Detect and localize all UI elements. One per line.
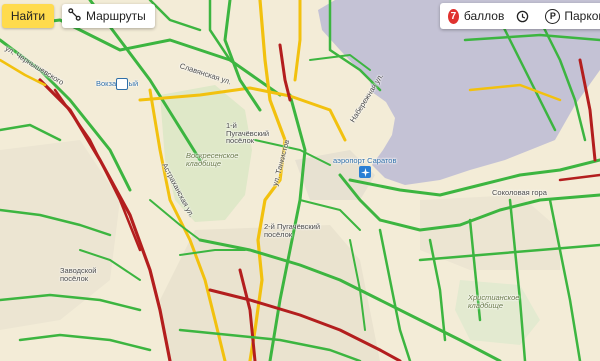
- parking-icon: P: [545, 8, 561, 24]
- road-segment-slow: [293, 0, 302, 82]
- parking-toggle[interactable]: P Парковк: [545, 8, 600, 24]
- map-label-zavodskoy: Заводской посёлок: [60, 266, 97, 283]
- road-segment-jam: [278, 43, 292, 102]
- map-label-cemetery-2: Христианское кладбище: [468, 293, 520, 310]
- map-label-airport: аэропорт Саратов: [333, 156, 397, 165]
- parking-label: Парковк: [564, 9, 600, 23]
- road-segment-free: [378, 228, 412, 361]
- road-segment-free: [548, 198, 582, 361]
- traffic-score-badge[interactable]: 7: [448, 8, 459, 24]
- clock-icon[interactable]: [516, 9, 529, 24]
- search-button[interactable]: Найти: [2, 4, 54, 28]
- road-segment-free: [223, 0, 262, 112]
- routes-label: Маршруты: [86, 9, 146, 23]
- road-segment-free: [148, 0, 202, 32]
- map-label-settlement-2: 2-й Пугачёвский посёлок: [264, 222, 321, 239]
- map-label-sokolovaya: Соколовая гора: [492, 188, 547, 197]
- map-label-cemetery: Воскресенское кладбище: [186, 151, 239, 168]
- map-layers-panel: 7 баллов P Парковк: [440, 3, 600, 29]
- route-icon: [68, 8, 81, 24]
- road-segment-free: [0, 123, 62, 142]
- road-segment-jam: [558, 173, 600, 182]
- map-label-settlement-1: 1-й Пугачёвский посёлок: [226, 121, 270, 145]
- airport-icon[interactable]: [359, 166, 371, 178]
- railway-station-icon[interactable]: [116, 78, 128, 90]
- routes-button[interactable]: Маршруты: [62, 4, 155, 28]
- traffic-label[interactable]: баллов: [464, 9, 504, 23]
- road-segment-free: [18, 333, 152, 352]
- park-area-2: [455, 280, 540, 345]
